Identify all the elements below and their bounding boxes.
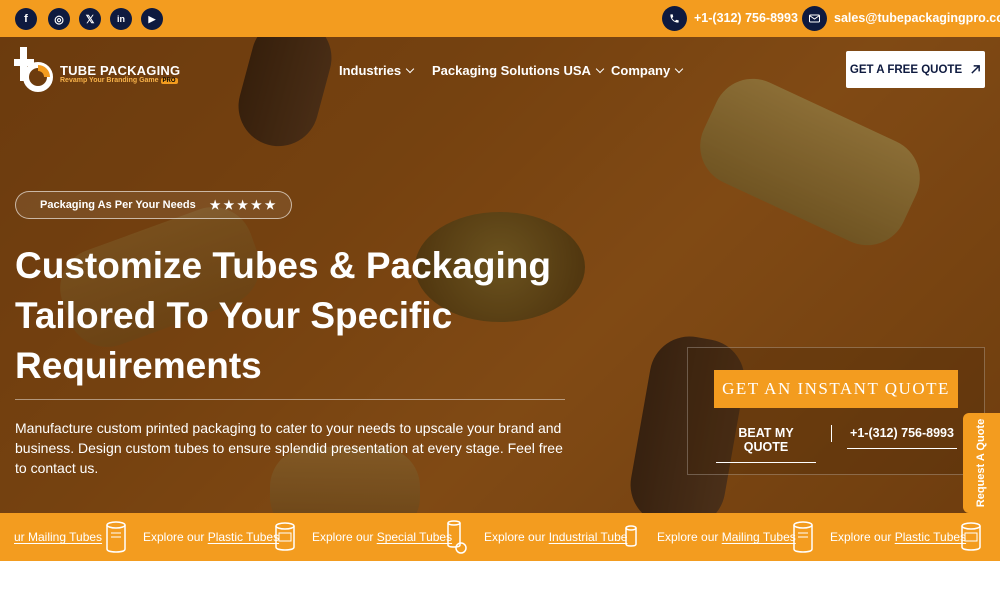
nav-packaging-solutions[interactable]: Packaging Solutions USA — [432, 63, 605, 78]
ticker-prefix: Explore our — [657, 530, 722, 544]
ticker-link[interactable]: ur Mailing Tubes — [14, 530, 102, 544]
chevron-down-icon — [405, 64, 415, 74]
tube-icon — [961, 522, 981, 551]
get-free-quote-button[interactable]: GET A FREE QUOTE — [846, 51, 985, 88]
topbar-email-link[interactable]: sales@tubepackagingpro.com — [834, 11, 1000, 25]
ticker-item[interactable]: Explore our Plastic Tubes — [143, 530, 279, 544]
facebook-icon[interactable]: f — [15, 8, 37, 30]
email-icon — [802, 6, 827, 31]
ticker-item[interactable]: Explore our Plastic Tubes — [830, 530, 966, 544]
beat-my-quote-button[interactable]: BEAT MY QUOTE — [716, 426, 816, 463]
logo-title[interactable]: TUBE PACKAGING — [60, 63, 180, 78]
nav-label: Industries — [339, 63, 402, 78]
ticker-prefix: Explore our — [143, 530, 208, 544]
ticker-link[interactable]: Industrial Tube — [549, 530, 628, 544]
logo-icon[interactable] — [14, 47, 54, 93]
nav-label: Packaging Solutions USA — [432, 63, 591, 78]
quote-button-label: GET A FREE QUOTE — [849, 63, 963, 76]
ticker-prefix: Explore our — [312, 530, 377, 544]
instant-quote-button[interactable]: GET AN INSTANT QUOTE — [714, 370, 958, 408]
rating-stars-icon: ★★★★★ — [209, 198, 279, 212]
logo-tagline: Revamp Your Branding Game — [60, 77, 159, 84]
linkedin-icon[interactable]: in — [110, 8, 132, 30]
tube-icon — [625, 525, 637, 547]
instagram-icon[interactable]: ◎ — [48, 8, 70, 30]
product-ticker: ur Mailing Tubes Explore our Plastic Tub… — [0, 513, 1000, 561]
ticker-item[interactable]: Explore our Mailing Tubes — [657, 530, 796, 544]
tube-icon — [275, 522, 295, 551]
topbar-phone-link[interactable]: +1-(312) 756-8993 — [694, 11, 798, 25]
request-quote-side-tab[interactable]: Request A Quote — [963, 413, 1000, 513]
hero-divider — [15, 399, 565, 400]
hero-phone-link[interactable]: +1-(312) 756-8993 — [847, 426, 957, 449]
chevron-down-icon — [674, 64, 684, 74]
side-tab-label: Request A Quote — [975, 418, 988, 508]
hero-headline: Customize Tubes & Packaging Tailored To … — [15, 245, 551, 386]
nav-company[interactable]: Company — [611, 63, 684, 78]
arrow-up-right-icon — [971, 65, 981, 74]
ticker-link[interactable]: Mailing Tubes — [722, 530, 796, 544]
ticker-link[interactable]: Plastic Tubes — [895, 530, 966, 544]
x-icon[interactable]: 𝕏 — [79, 8, 101, 30]
ticker-item[interactable]: ur Mailing Tubes — [14, 530, 102, 544]
tube-icon — [447, 520, 467, 554]
cta-separator — [831, 425, 832, 442]
logo-subtitle: Revamp Your Branding Game PRO — [60, 77, 178, 84]
ticker-item[interactable]: Explore our Industrial Tube — [484, 530, 627, 544]
ticker-link[interactable]: Plastic Tubes — [208, 530, 279, 544]
logo-pro-badge: PRO — [160, 78, 178, 84]
page-body-start — [0, 561, 1000, 600]
phone-icon — [662, 6, 687, 31]
hero-description: Manufacture custom printed packaging to … — [15, 420, 563, 476]
top-bar: f ◎ 𝕏 in ▶ +1-(312) 756-8993 sales@tubep… — [0, 0, 1000, 37]
ticker-prefix: Explore our — [484, 530, 549, 544]
needs-badge: Packaging As Per Your Needs ★★★★★ — [15, 191, 292, 219]
nav-industries[interactable]: Industries — [339, 63, 415, 78]
ticker-link[interactable]: Special Tubes — [377, 530, 452, 544]
ticker-item[interactable]: Explore our Special Tubes — [312, 530, 452, 544]
ticker-prefix: Explore our — [830, 530, 895, 544]
tube-icon — [106, 521, 126, 553]
youtube-icon[interactable]: ▶ — [141, 8, 163, 30]
badge-text: Packaging As Per Your Needs — [40, 199, 196, 211]
tube-icon — [793, 521, 813, 553]
hero-section: TUBE PACKAGING Revamp Your Branding Game… — [0, 37, 1000, 513]
chevron-down-icon — [595, 64, 605, 74]
nav-label: Company — [611, 63, 671, 78]
